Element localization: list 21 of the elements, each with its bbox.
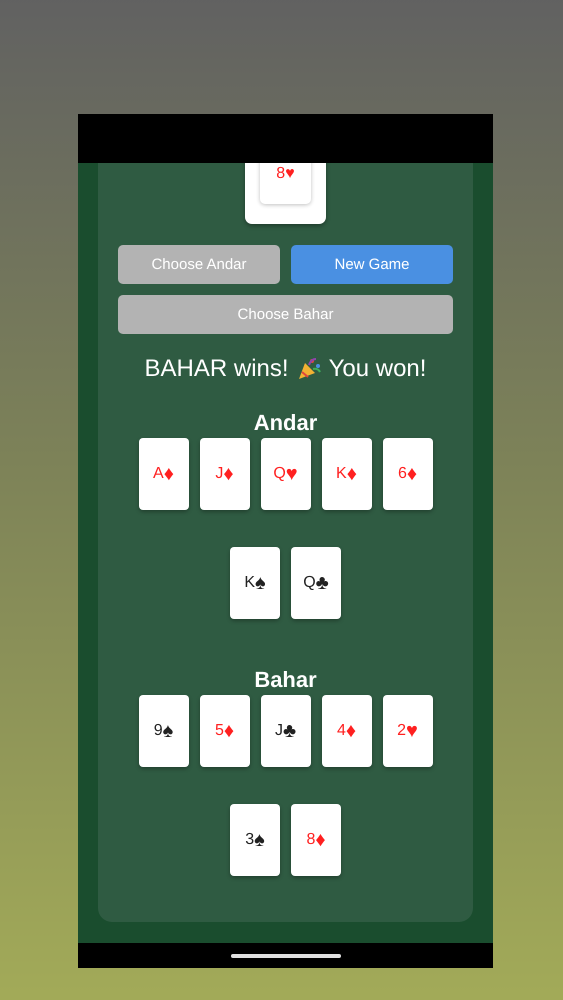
playing-card: Q♣	[291, 547, 341, 619]
playing-card: 3♠	[230, 804, 280, 876]
playing-card: K♠	[230, 547, 280, 619]
playing-card: 9♠	[138, 695, 188, 767]
pile-title: Bahar	[254, 667, 317, 693]
result-text: BAHAR wins!	[144, 355, 289, 383]
home-indicator[interactable]	[230, 954, 340, 958]
playing-card: 4♦	[322, 695, 372, 767]
joker-card: 8♥	[260, 163, 311, 204]
pile-title: Andar	[254, 410, 318, 436]
playing-card: K♦	[322, 438, 372, 510]
playing-card: A♦	[138, 438, 188, 510]
playing-card: J♣	[260, 695, 310, 767]
playing-card: 5♦	[200, 695, 250, 767]
playing-card: 2♥	[382, 695, 432, 767]
playing-card: Q♥	[260, 438, 310, 510]
playing-card: J♦	[200, 438, 250, 510]
playing-card: 8♦	[291, 804, 341, 876]
playing-card: 6♦	[382, 438, 432, 510]
new-game-button[interactable]: New Game	[291, 245, 453, 284]
result-text: You won!	[328, 355, 426, 383]
